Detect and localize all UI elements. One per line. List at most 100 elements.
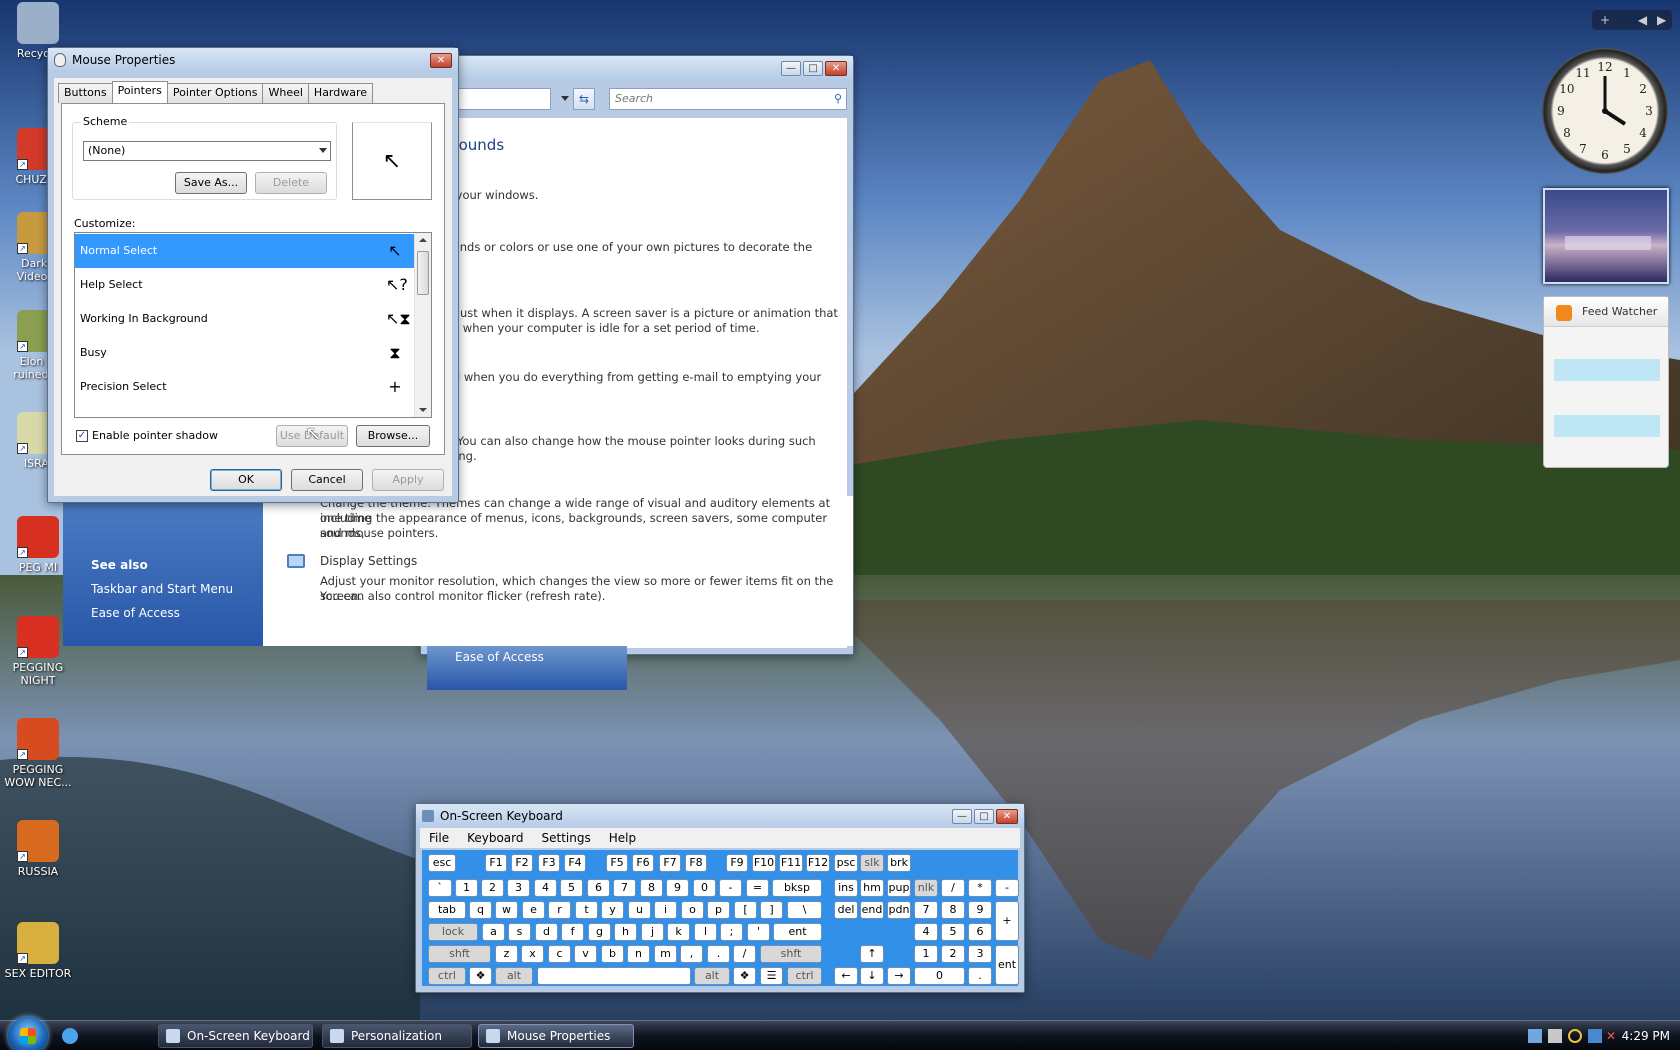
key-F7[interactable]: F7	[659, 854, 681, 872]
scheme-select[interactable]: (None)	[83, 141, 331, 161]
scroll-up-icon[interactable]	[419, 238, 427, 242]
key-F2[interactable]: F2	[511, 854, 533, 872]
previous-icon[interactable]: ◀	[1638, 13, 1647, 27]
feed-watcher-gadget[interactable]: Feed Watcher	[1543, 296, 1669, 468]
key-\[interactable]: \	[787, 901, 822, 919]
key-][interactable]: ]	[760, 901, 783, 919]
key-3[interactable]: 3	[968, 945, 992, 963]
search-tray-icon[interactable]	[1568, 1029, 1582, 1043]
key-8[interactable]: 8	[941, 901, 965, 919]
list-item[interactable]: Normal Select ↖	[75, 234, 414, 268]
key-lock[interactable]: lock	[428, 923, 478, 941]
key-❖[interactable]: ❖	[733, 967, 756, 985]
key-brk[interactable]: brk	[887, 854, 911, 872]
search-input[interactable]: Search ⚲	[609, 88, 847, 110]
save-as-button[interactable]: Save As...	[175, 172, 247, 194]
key-9[interactable]: 9	[968, 901, 992, 919]
maximize-icon[interactable]: □	[974, 808, 994, 824]
key-bksp[interactable]: bksp	[772, 879, 822, 897]
key-↑[interactable]: ↑	[860, 945, 884, 963]
key-pup[interactable]: pup	[887, 879, 911, 897]
key-f[interactable]: f	[561, 923, 584, 941]
mouse-properties-dialog[interactable]: Mouse Properties ✕ Buttons Pointers Pointe…	[47, 47, 459, 503]
key-a[interactable]: a	[482, 923, 505, 941]
key-end[interactable]: end	[860, 901, 884, 919]
key-F1[interactable]: F1	[485, 854, 507, 872]
key-5[interactable]: 5	[941, 923, 965, 941]
on-screen-keyboard-window[interactable]: On-Screen Keyboard — □ ✕ File Keyboard Set…	[415, 803, 1025, 993]
sidebar-controls[interactable]: + ◀ ▶	[1592, 10, 1672, 30]
minimize-icon[interactable]: —	[781, 60, 801, 76]
key-alt[interactable]: alt	[495, 967, 533, 985]
slideshow-gadget[interactable]	[1543, 188, 1669, 284]
key-shft[interactable]: shft	[428, 945, 491, 963]
key-nlk[interactable]: nlk	[914, 879, 938, 897]
key-→[interactable]: →	[887, 967, 911, 985]
menu-settings[interactable]: Settings	[542, 831, 591, 845]
key-u[interactable]: u	[628, 901, 651, 919]
desktop-icon[interactable]: ↗ RUSSIA	[0, 820, 76, 878]
key-n[interactable]: n	[627, 945, 650, 963]
add-gadget-icon[interactable]: +	[1600, 13, 1610, 27]
next-icon[interactable]: ▶	[1657, 13, 1666, 27]
feed-item[interactable]	[1554, 359, 1660, 381]
key-space[interactable]	[537, 967, 691, 985]
key-esc[interactable]: esc	[428, 854, 456, 872]
start-button[interactable]	[8, 1017, 48, 1050]
key-,[interactable]: ,	[680, 945, 703, 963]
key-d[interactable]: d	[535, 923, 558, 941]
delete-button[interactable]: Delete	[255, 172, 327, 194]
key-ins[interactable]: ins	[834, 879, 858, 897]
ease-of-access-link[interactable]: Ease of Access	[455, 650, 544, 664]
key-slk[interactable]: slk	[860, 854, 884, 872]
key-F6[interactable]: F6	[632, 854, 654, 872]
key-;[interactable]: ;	[720, 923, 743, 941]
key-3[interactable]: 3	[507, 879, 530, 897]
key-k[interactable]: k	[667, 923, 690, 941]
taskbar-button[interactable]: On-Screen Keyboard	[158, 1024, 313, 1048]
key-2[interactable]: 2	[941, 945, 965, 963]
key-F5[interactable]: F5	[606, 854, 628, 872]
key-r[interactable]: r	[548, 901, 571, 919]
key-8[interactable]: 8	[640, 879, 663, 897]
list-item[interactable]: Busy ⧗	[75, 336, 414, 370]
clock-time[interactable]: 4:29 PM	[1622, 1021, 1670, 1050]
scroll-thumb[interactable]	[417, 251, 429, 295]
key-e[interactable]: e	[522, 901, 545, 919]
key-6[interactable]: 6	[587, 879, 610, 897]
key-☰[interactable]: ☰	[760, 967, 783, 985]
key-0[interactable]: 0	[914, 967, 965, 985]
key-alt[interactable]: alt	[694, 967, 730, 985]
key-i[interactable]: i	[654, 901, 677, 919]
key-/[interactable]: /	[733, 945, 756, 963]
desktop-icon[interactable]: ↗ SEX EDITOR	[0, 922, 76, 980]
key-ent[interactable]: ent	[773, 923, 822, 941]
key-l[interactable]: l	[694, 923, 717, 941]
key-F10[interactable]: F10	[752, 854, 776, 872]
cancel-button[interactable]: Cancel	[291, 469, 363, 491]
taskbar-start-menu-link[interactable]: Taskbar and Start Menu	[91, 582, 233, 596]
key-[[interactable]: [	[734, 901, 757, 919]
scroll-down-icon[interactable]	[419, 408, 427, 412]
key-h[interactable]: h	[614, 923, 637, 941]
address-dropdown-icon[interactable]	[561, 96, 569, 101]
key-t[interactable]: t	[575, 901, 598, 919]
key-x[interactable]: x	[521, 945, 544, 963]
key-F8[interactable]: F8	[685, 854, 707, 872]
key-4[interactable]: 4	[914, 923, 938, 941]
key-.[interactable]: .	[968, 967, 992, 985]
network-icon[interactable]	[1528, 1029, 1542, 1043]
mute-icon[interactable]: ✕	[1606, 1029, 1620, 1043]
key-4[interactable]: 4	[534, 879, 557, 897]
key-q[interactable]: q	[469, 901, 492, 919]
ok-button[interactable]: OK	[210, 469, 282, 491]
list-item[interactable]: Precision Select +	[75, 370, 414, 404]
key-p[interactable]: p	[707, 901, 730, 919]
tab-hardware[interactable]: Hardware	[307, 83, 374, 103]
key-9[interactable]: 9	[666, 879, 689, 897]
taskbar-button[interactable]: Mouse Properties	[478, 1024, 634, 1048]
key-ctrl[interactable]: ctrl	[787, 967, 822, 985]
key-F4[interactable]: F4	[564, 854, 586, 872]
menu-help[interactable]: Help	[609, 831, 636, 845]
security-icon[interactable]	[1588, 1029, 1602, 1043]
